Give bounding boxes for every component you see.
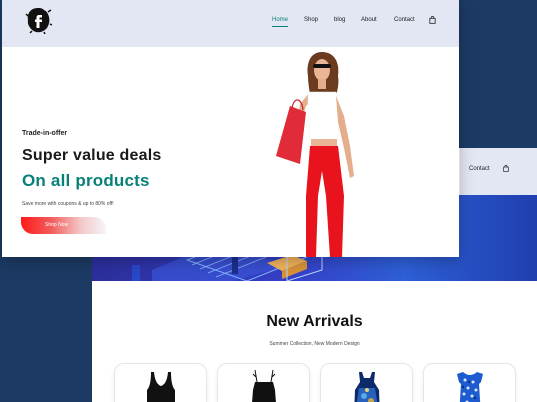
- hero-description: Save more with coupons & up to 80% off!: [22, 201, 114, 207]
- site-header: Home Shop blog About Contact: [2, 0, 459, 47]
- foreground-page: Home Shop blog About Contact Trade-in-of…: [2, 0, 459, 257]
- nav-shop[interactable]: Shop: [304, 17, 318, 23]
- nav-about[interactable]: About: [361, 17, 377, 23]
- shop-now-button[interactable]: Shop Now: [21, 217, 106, 234]
- nav-home[interactable]: Home: [272, 17, 288, 23]
- blue-print-dress-image: [354, 372, 379, 402]
- black-top-image: [251, 369, 276, 402]
- shopping-bag-icon[interactable]: [429, 16, 436, 24]
- product-card[interactable]: [217, 363, 310, 402]
- product-card[interactable]: [423, 363, 516, 402]
- section-title: New Arrivals: [266, 313, 363, 330]
- hero-title: Super value deals: [22, 147, 162, 164]
- blue-pattern-dress-image: [456, 372, 483, 402]
- nav-blog[interactable]: blog: [334, 17, 345, 23]
- nav-contact[interactable]: Contact: [394, 17, 415, 23]
- black-bodysuit-image: [146, 372, 175, 402]
- product-card[interactable]: [320, 363, 413, 402]
- back-nav-contact[interactable]: Contact: [469, 166, 490, 172]
- shopping-bag-icon[interactable]: [503, 165, 509, 172]
- hero-eyebrow: Trade-in-offer: [22, 130, 68, 137]
- nav-active-indicator: [272, 26, 288, 27]
- section-subtitle: Summer Collection, New Modern Design: [269, 341, 360, 347]
- hero-model-image: [276, 52, 354, 257]
- product-card[interactable]: [114, 363, 207, 402]
- logo-icon[interactable]: [24, 6, 52, 34]
- hero-subtitle: On all products: [22, 171, 150, 190]
